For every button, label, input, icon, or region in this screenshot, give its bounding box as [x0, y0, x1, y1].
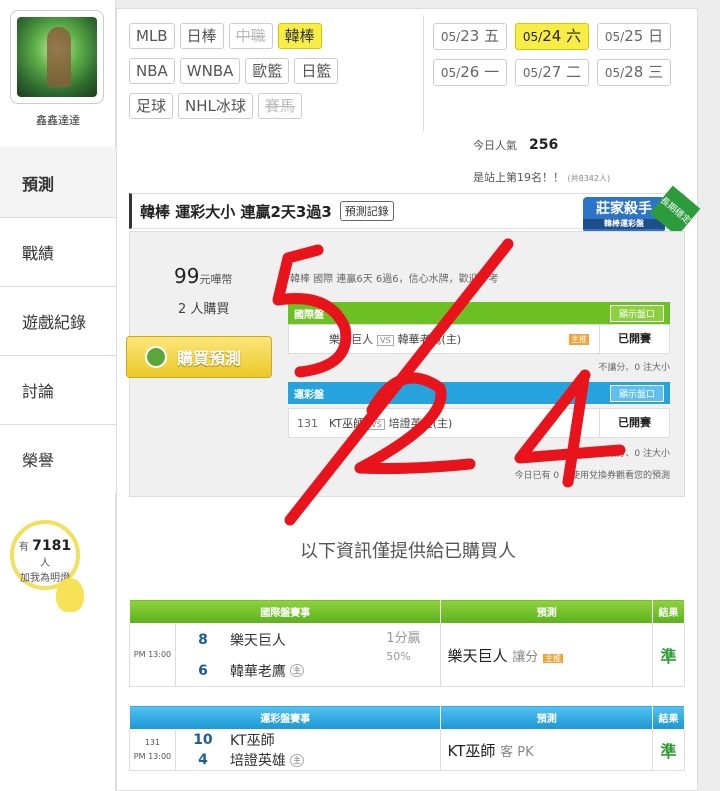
game-row: 131 KT巫師 VS 培證英雄(主) 已開賽: [288, 408, 670, 438]
fans-count: 7181: [32, 538, 72, 554]
date-0528[interactable]: 05/28 三: [597, 59, 671, 86]
league-nhl[interactable]: NHL冰球: [178, 93, 253, 119]
date-0523[interactable]: 05/23 五: [433, 23, 507, 50]
main-pick-tag: 主推: [569, 333, 589, 345]
date-0524[interactable]: 05/24 六: [515, 23, 589, 50]
league-soccer[interactable]: 足球: [129, 93, 174, 119]
sidebar-item-record[interactable]: 戰績: [0, 217, 116, 286]
prediction-box: 99元嘩幣 2 人購買 購買預測 韓棒 國際 連贏6天 6過6，信心水牌，歡迎參…: [126, 231, 685, 497]
league-nba[interactable]: NBA: [129, 58, 175, 84]
game-row: 樂天巨人 VS 韓華老鷹(主) 主推 已開賽: [288, 324, 670, 354]
avatar[interactable]: [17, 17, 97, 97]
coin-icon: [145, 346, 167, 368]
show-line-button[interactable]: 顯示盤口: [609, 304, 664, 322]
intl-group-header: 國際盤 顯示盤口: [288, 302, 670, 324]
table-row: 131 PM 13:00 10 KT巫師 4 培證英雄主 KT巫師 客 PK 準: [129, 729, 685, 771]
sport-lottery-group-header: 運彩盤 顯示盤口: [288, 382, 670, 404]
league-euro-basketball[interactable]: 歐籃: [245, 58, 290, 84]
site-rank: 是站上第19名！！ (共8342人): [473, 171, 611, 184]
fans-suffix: 人: [40, 558, 50, 569]
profile-sidebar: 鑫鑫達達 預測 戰績 遊戲紀錄 討論 榮譽 有 7181 人 加我為明燈: [0, 0, 116, 791]
league-japan-basketball[interactable]: 日籃: [294, 58, 339, 84]
intl-result-table: 國際盤賽事 預測 結果 PM 13:00 8 樂天巨人 6 韓華老鷹主 1分贏 50%…: [128, 599, 685, 687]
league-kbo[interactable]: 韓棒: [277, 23, 322, 49]
league-filter: MLB 日棒 中職 韓棒 NBA WNBA 歐籃 日籃 足球 NHL冰球 賽馬: [129, 23, 414, 128]
voucher-note: 今日已有 0 人使用兌換券觀看您的預測: [514, 471, 670, 481]
date-picker: 05/23 五 05/24 六 05/25 日 05/26 一 05/27 二 …: [433, 23, 693, 95]
sidebar-item-honor[interactable]: 榮譽: [0, 424, 116, 493]
avatar-frame[interactable]: [10, 10, 104, 104]
date-0527[interactable]: 05/27 二: [515, 59, 589, 86]
buy-prediction-button[interactable]: 購買預測: [126, 336, 272, 378]
buyer-count: 2 人購買: [178, 302, 230, 317]
sidebar-item-discuss[interactable]: 討論: [0, 355, 116, 424]
fans-prefix: 有: [18, 542, 29, 553]
prediction-title: 韓棒 運彩大小 連贏2天3過3: [140, 202, 332, 221]
result-correct: 準: [652, 729, 685, 771]
prediction-record-button[interactable]: 預測記錄: [339, 201, 394, 221]
league-cpbl: 中職: [228, 23, 273, 49]
prediction-intro: 韓棒 國際 連贏6天 6過6，信心水牌，歡迎參考: [290, 274, 499, 285]
page: 鑫鑫達達 預測 戰績 遊戲紀錄 討論 榮譽 有 7181 人 加我為明燈 MLB…: [0, 0, 720, 791]
league-npb[interactable]: 日棒: [179, 23, 224, 49]
username: 鑫鑫達達: [36, 114, 80, 127]
divider: [423, 15, 424, 131]
league-mlb[interactable]: MLB: [129, 23, 175, 49]
date-0525[interactable]: 05/25 日: [597, 23, 671, 50]
league-horse-racing: 賽馬: [257, 93, 302, 119]
table-row: PM 13:00 8 樂天巨人 6 韓華老鷹主 1分贏 50% 樂天巨人 讓分 主推 …: [129, 623, 685, 687]
game-note: 0 注讓分、0 注大小: [589, 449, 670, 459]
price: 99元嘩幣: [174, 264, 233, 288]
popularity: 今日人氣 256: [473, 137, 559, 153]
result-correct: 準: [652, 623, 685, 687]
date-0526[interactable]: 05/26 一: [433, 59, 507, 86]
lottery-result-table: 運彩盤賽事 預測 結果 131 PM 13:00 10 KT巫師 4 培證英雄主 KT…: [128, 705, 685, 771]
game-note: 不讓分、0 注大小: [598, 363, 670, 373]
main-panel: MLB 日棒 中職 韓棒 NBA WNBA 歐籃 日籃 足球 NHL冰球 賽馬 …: [116, 8, 701, 791]
popularity-value: 256: [529, 137, 559, 153]
sidebar-item-game-log[interactable]: 遊戲紀錄: [0, 286, 116, 355]
lightbulb-icon: [56, 578, 84, 612]
sidebar-nav: 預測 戰績 遊戲紀錄 討論 榮譽: [0, 148, 116, 493]
league-wnba[interactable]: WNBA: [179, 58, 241, 84]
show-line-button[interactable]: 顯示盤口: [609, 384, 664, 402]
sidebar-item-predict[interactable]: 預測: [0, 148, 116, 217]
purchased-only-notice: 以下資訊僅提供給已購買人: [300, 541, 516, 562]
